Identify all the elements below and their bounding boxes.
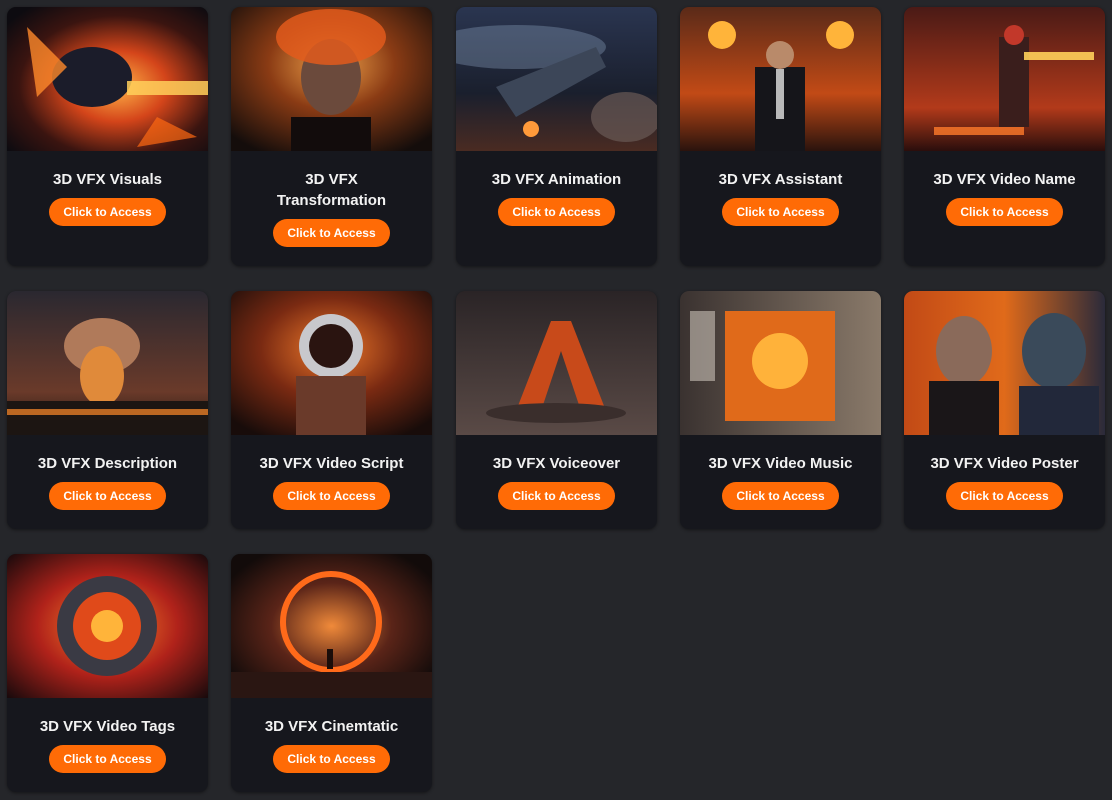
card-title: 3D VFX Video Script	[259, 455, 404, 472]
access-button[interactable]: Click to Access	[273, 745, 390, 773]
card-thumbnail	[7, 291, 208, 435]
access-button[interactable]: Click to Access	[273, 219, 390, 247]
card-title: 3D VFX Transformation	[276, 171, 387, 209]
card-title: 3D VFX Video Poster	[930, 455, 1079, 472]
card-3d-vfx-video-tags[interactable]: 3D VFX Video Tags Click to Access	[7, 554, 208, 792]
card-title: 3D VFX Assistant	[718, 171, 843, 188]
card-3d-vfx-cinemtatic[interactable]: 3D VFX Cinemtatic Click to Access	[231, 554, 432, 792]
card-3d-vfx-voiceover[interactable]: 3D VFX Voiceover Click to Access	[456, 291, 657, 529]
access-button[interactable]: Click to Access	[946, 482, 1063, 510]
access-button[interactable]: Click to Access	[946, 198, 1063, 226]
card-thumbnail	[680, 7, 881, 151]
card-thumbnail	[231, 291, 432, 435]
access-button[interactable]: Click to Access	[49, 482, 166, 510]
card-3d-vfx-video-music[interactable]: 3D VFX Video Music Click to Access	[680, 291, 881, 529]
card-title: 3D VFX Video Name	[933, 171, 1076, 188]
access-button[interactable]: Click to Access	[498, 198, 615, 226]
access-button[interactable]: Click to Access	[273, 482, 390, 510]
card-title: 3D VFX Visuals	[53, 171, 162, 188]
card-thumbnail	[7, 7, 208, 151]
access-button[interactable]: Click to Access	[49, 745, 166, 773]
card-thumbnail	[7, 554, 208, 698]
card-thumbnail	[231, 7, 432, 151]
card-title: 3D VFX Video Music	[708, 455, 853, 472]
card-3d-vfx-video-name[interactable]: 3D VFX Video Name Click to Access	[904, 7, 1105, 266]
access-button[interactable]: Click to Access	[498, 482, 615, 510]
card-3d-vfx-video-script[interactable]: 3D VFX Video Script Click to Access	[231, 291, 432, 529]
card-thumbnail	[680, 291, 881, 435]
card-title: 3D VFX Voiceover	[492, 455, 621, 472]
card-3d-vfx-description[interactable]: 3D VFX Description Click to Access	[7, 291, 208, 529]
card-title: 3D VFX Cinemtatic	[264, 718, 399, 735]
card-3d-vfx-transformation[interactable]: 3D VFX Transformation Click to Access	[231, 7, 432, 266]
card-thumbnail	[904, 7, 1105, 151]
card-grid: 3D VFX Visuals Click to Access 3D VFX Tr…	[0, 0, 1112, 800]
card-3d-vfx-video-poster[interactable]: 3D VFX Video Poster Click to Access	[904, 291, 1105, 529]
card-thumbnail	[231, 554, 432, 698]
access-button[interactable]: Click to Access	[49, 198, 166, 226]
card-3d-vfx-visuals[interactable]: 3D VFX Visuals Click to Access	[7, 7, 208, 266]
card-title: 3D VFX Animation	[491, 171, 622, 188]
card-thumbnail	[456, 7, 657, 151]
card-title: 3D VFX Description	[37, 455, 178, 472]
access-button[interactable]: Click to Access	[722, 482, 839, 510]
card-3d-vfx-animation[interactable]: 3D VFX Animation Click to Access	[456, 7, 657, 266]
card-thumbnail	[904, 291, 1105, 435]
card-3d-vfx-assistant[interactable]: 3D VFX Assistant Click to Access	[680, 7, 881, 266]
access-button[interactable]: Click to Access	[722, 198, 839, 226]
card-thumbnail	[456, 291, 657, 435]
card-title: 3D VFX Video Tags	[39, 718, 176, 735]
